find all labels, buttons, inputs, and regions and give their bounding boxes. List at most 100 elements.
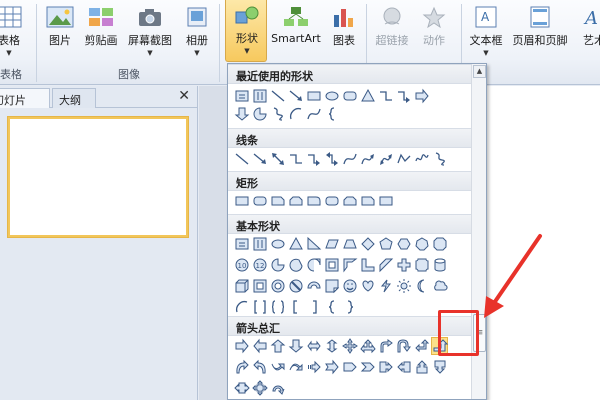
left-bracket-shape-icon[interactable] bbox=[287, 298, 304, 316]
left-brace-shape-icon[interactable] bbox=[323, 298, 340, 316]
chord-shape-icon[interactable] bbox=[287, 256, 304, 274]
arrow-notched-shape-icon[interactable] bbox=[323, 358, 340, 376]
rect-shape-icon[interactable] bbox=[377, 192, 394, 210]
elbow-shape-icon[interactable] bbox=[377, 87, 394, 105]
l-shape-shape-icon[interactable] bbox=[359, 256, 376, 274]
arrow-left-up-shape-icon[interactable] bbox=[413, 337, 430, 355]
triangle-shape-icon[interactable] bbox=[359, 87, 376, 105]
right-bracket-shape-icon[interactable] bbox=[305, 298, 322, 316]
heptagon-shape-icon[interactable] bbox=[413, 235, 430, 253]
elbow-double-shape-icon[interactable] bbox=[323, 150, 340, 168]
wordart-button[interactable]: A 艺术 bbox=[574, 6, 600, 48]
trapezoid-shape-icon[interactable] bbox=[341, 235, 358, 253]
num-circle-shape-icon[interactable]: 10 bbox=[233, 256, 250, 274]
round-rect-shape-icon[interactable] bbox=[323, 192, 340, 210]
vertical-text-shape-icon[interactable] bbox=[251, 235, 268, 253]
snip-rect-shape-icon[interactable] bbox=[359, 192, 376, 210]
curve-double-shape-icon[interactable] bbox=[377, 150, 394, 168]
round-rect-shape-icon[interactable] bbox=[341, 87, 358, 105]
squiggle-shape-icon[interactable] bbox=[269, 105, 286, 123]
textbox-button[interactable]: A 文本框 ▼ bbox=[466, 6, 506, 57]
octagon-shape-icon[interactable] bbox=[431, 235, 448, 253]
callout-quad-shape-icon[interactable] bbox=[251, 379, 268, 397]
tab-outline[interactable]: 大纲 bbox=[52, 88, 96, 108]
elbow-shape-icon[interactable] bbox=[287, 150, 304, 168]
clipart-button[interactable]: 剪贴画 bbox=[80, 6, 122, 48]
cross-shape-icon[interactable] bbox=[395, 256, 412, 274]
arrow-curved-up-shape-icon[interactable] bbox=[269, 358, 286, 376]
arrow-curved-down-shape-icon[interactable] bbox=[287, 358, 304, 376]
arrow-bent-shape-icon[interactable] bbox=[377, 337, 394, 355]
arrow-curved-right-shape-icon[interactable] bbox=[233, 358, 250, 376]
left-brace-shape-icon[interactable] bbox=[323, 105, 340, 123]
right-brace-shape-icon[interactable] bbox=[341, 298, 358, 316]
arrow-left-right-shape-icon[interactable] bbox=[305, 337, 322, 355]
action-button[interactable]: 动作 bbox=[416, 6, 452, 48]
shapes-button[interactable]: 形状 ▼ bbox=[225, 0, 267, 62]
scroll-up-arrow-icon[interactable]: ▲ bbox=[473, 65, 486, 78]
parallelogram-shape-icon[interactable] bbox=[323, 235, 340, 253]
oval-shape-icon[interactable] bbox=[323, 87, 340, 105]
scribble-shape-icon[interactable] bbox=[413, 150, 430, 168]
sun-shape-icon[interactable] bbox=[395, 277, 412, 295]
arrow-chevron-shape-icon[interactable] bbox=[359, 358, 376, 376]
pie-shape-icon[interactable] bbox=[251, 105, 268, 123]
picture-button[interactable]: 图片 bbox=[42, 6, 78, 48]
arrow-up-shape-icon[interactable] bbox=[269, 337, 286, 355]
diamond-shape-icon[interactable] bbox=[359, 235, 376, 253]
squiggle-shape-icon[interactable] bbox=[431, 150, 448, 168]
num-circle2-shape-icon[interactable]: 12 bbox=[251, 256, 268, 274]
curve-shape-icon[interactable] bbox=[341, 150, 358, 168]
lightning-shape-icon[interactable] bbox=[377, 277, 394, 295]
circular-arrow-shape-icon[interactable] bbox=[269, 379, 286, 397]
heart-shape-icon[interactable] bbox=[359, 277, 376, 295]
tab-slides[interactable]: 幻灯片 bbox=[0, 88, 50, 108]
snip-rect-shape-icon[interactable] bbox=[269, 192, 286, 210]
pentagon-shape-icon[interactable] bbox=[377, 235, 394, 253]
hyperlink-button[interactable]: 超链接 bbox=[372, 6, 412, 48]
arrow-right-shape-icon[interactable] bbox=[413, 87, 430, 105]
half-frame-shape-icon[interactable] bbox=[341, 256, 358, 274]
arrow-left-shape-icon[interactable] bbox=[251, 337, 268, 355]
line-shape-icon[interactable] bbox=[269, 87, 286, 105]
right-triangle-shape-icon[interactable] bbox=[305, 235, 322, 253]
arrow-quad-shape-icon[interactable] bbox=[341, 337, 358, 355]
snip2-rect-shape-icon[interactable] bbox=[341, 192, 358, 210]
double-arrow-shape-icon[interactable] bbox=[269, 150, 286, 168]
callout-up-shape-icon[interactable] bbox=[413, 358, 430, 376]
vertical-text-shape-icon[interactable] bbox=[251, 87, 268, 105]
screenshot-button[interactable]: 屏幕截图 ▼ bbox=[124, 6, 176, 57]
cloud-shape-icon[interactable] bbox=[431, 277, 448, 295]
teardrop-shape-icon[interactable] bbox=[305, 256, 322, 274]
arrow-right-shape-icon[interactable] bbox=[233, 337, 250, 355]
rect-shape-icon[interactable] bbox=[305, 87, 322, 105]
bracket-pair-shape-icon[interactable] bbox=[251, 298, 268, 316]
smiley-shape-icon[interactable] bbox=[341, 277, 358, 295]
oval-shape-icon[interactable] bbox=[269, 235, 286, 253]
donut-shape-icon[interactable] bbox=[269, 277, 286, 295]
pie-shape-icon[interactable] bbox=[269, 256, 286, 274]
bevel-shape-icon[interactable] bbox=[251, 277, 268, 295]
arrow-pentagon-shape-icon[interactable] bbox=[341, 358, 358, 376]
arrow-down-shape-icon[interactable] bbox=[287, 337, 304, 355]
callout-left-shape-icon[interactable] bbox=[395, 358, 412, 376]
elbow-arrow-shape-icon[interactable] bbox=[395, 87, 412, 105]
elbow-arrow-shape-icon[interactable] bbox=[305, 150, 322, 168]
callout-down-shape-icon[interactable] bbox=[431, 358, 448, 376]
line-shape-icon[interactable] bbox=[233, 150, 250, 168]
snip2-rect-shape-icon[interactable] bbox=[287, 192, 304, 210]
callout-right-shape-icon[interactable] bbox=[377, 358, 394, 376]
block-arc-shape-icon[interactable] bbox=[305, 277, 322, 295]
plaque-shape-icon[interactable] bbox=[413, 256, 430, 274]
diag-stripe-shape-icon[interactable] bbox=[377, 256, 394, 274]
close-icon[interactable]: ✕ bbox=[178, 88, 190, 104]
arrow-line-shape-icon[interactable] bbox=[287, 87, 304, 105]
arrow-striped-shape-icon[interactable] bbox=[305, 358, 322, 376]
rect-shape-icon[interactable] bbox=[233, 192, 250, 210]
brace-pair-shape-icon[interactable] bbox=[269, 298, 286, 316]
album-button[interactable]: 相册 ▼ bbox=[180, 6, 214, 57]
round1-rect-shape-icon[interactable] bbox=[305, 192, 322, 210]
folded-corner-shape-icon[interactable] bbox=[323, 277, 340, 295]
freeform-shape-icon[interactable] bbox=[395, 150, 412, 168]
arrow-down-shape-icon[interactable] bbox=[233, 105, 250, 123]
